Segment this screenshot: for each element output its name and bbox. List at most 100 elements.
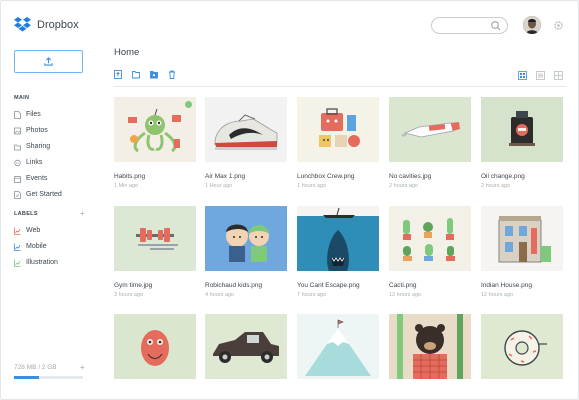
list-view-icon[interactable] [536, 71, 545, 80]
file-thumbnail[interactable] [114, 206, 196, 271]
main-section-label: MAIN [14, 95, 30, 101]
file-modified: 2 hours ago [389, 183, 419, 189]
file-thumbnail[interactable] [205, 206, 287, 271]
large-grid-view-icon[interactable] [554, 71, 563, 80]
sidebar-item-label: Sharing [26, 143, 51, 150]
sharing-icon [14, 143, 21, 151]
events-icon [14, 175, 21, 183]
file-name: Oil change.png [481, 173, 525, 180]
sidebar-item-label: Get Started [26, 191, 62, 198]
label-item-illustration[interactable]: Illustration [14, 256, 58, 269]
file-name: Indian House.png [481, 282, 532, 289]
file-modified: 4 hours ago [205, 292, 235, 298]
gear-icon[interactable] [553, 20, 564, 31]
search-icon[interactable] [490, 20, 502, 32]
file-tile[interactable]: Oil change.png 2 hours ago [481, 97, 563, 189]
file-modified: 1 Hour ago [205, 183, 233, 189]
file-name: Robichaud kids.png [205, 282, 263, 289]
avatar[interactable] [523, 16, 541, 34]
shared-folder-icon[interactable] [150, 70, 158, 79]
file-tile[interactable] [205, 314, 287, 390]
storage-usage-text: 728 MB / 2 GB [14, 364, 57, 371]
photo-icon [14, 127, 21, 135]
sidebar-item-files[interactable]: Files [14, 108, 41, 121]
grid-view-icon[interactable] [518, 71, 527, 80]
file-name: Gym time.jpg [114, 282, 153, 289]
chart-icon [14, 243, 21, 251]
file-tile[interactable] [481, 314, 563, 390]
file-thumbnail[interactable] [297, 206, 379, 271]
file-thumbnail[interactable] [389, 97, 471, 162]
sidebar-item-label: Files [26, 111, 41, 118]
dropbox-logo[interactable]: Dropbox [14, 17, 79, 32]
file-tile[interactable]: Gym time.jpg 3 hours ago [114, 206, 196, 298]
storage-progress-bar [14, 376, 83, 379]
chart-icon [14, 227, 21, 235]
file-tile[interactable] [114, 314, 196, 390]
file-modified: 1 Min ago [114, 183, 139, 189]
file-thumbnail[interactable] [481, 206, 563, 271]
file-tile[interactable]: Air Max 1.png 1 Hour ago [205, 97, 287, 189]
file-tile[interactable] [297, 314, 379, 390]
synced-check-icon [185, 101, 192, 108]
file-modified: 3 hours ago [114, 292, 144, 298]
label-item-mobile[interactable]: Mobile [14, 240, 47, 253]
file-thumbnail[interactable] [114, 314, 196, 379]
toolbar-divider [114, 86, 566, 87]
file-name: No cavities.jpg [389, 173, 432, 180]
file-modified: 2 hours ago [481, 183, 511, 189]
link-icon [14, 159, 21, 167]
file-thumbnail[interactable] [389, 314, 471, 379]
sidebar-item-photos[interactable]: Photos [14, 124, 48, 137]
file-thumbnail[interactable] [205, 97, 287, 162]
page-title: Home [114, 47, 140, 58]
label-item-text: Mobile [26, 243, 47, 250]
file-name: Lunchbox Crew.png [297, 173, 355, 180]
sidebar-item-get-started[interactable]: Get Started [14, 188, 62, 201]
sidebar-item-sharing[interactable]: Sharing [14, 140, 50, 153]
file-tile[interactable]: No cavities.jpg 2 hours ago [389, 97, 471, 189]
search-input[interactable] [431, 17, 508, 34]
upload-file-icon[interactable] [114, 70, 122, 79]
file-thumbnail[interactable] [389, 206, 471, 271]
get-started-icon [14, 190, 21, 199]
file-tile[interactable]: Cacti.png 12 hours ago [389, 206, 471, 298]
add-label-button[interactable]: + [80, 209, 85, 218]
label-item-web[interactable]: Web [14, 224, 40, 237]
sidebar-item-label: Events [26, 175, 48, 182]
label-item-text: Illustration [26, 259, 58, 266]
file-tile[interactable]: Habits.png 1 Min ago [114, 97, 196, 189]
upload-icon [44, 57, 53, 66]
file-name: Air Max 1.png [205, 173, 246, 180]
file-modified: 12 hours ago [389, 292, 422, 298]
file-modified: 12 hours ago [481, 292, 514, 298]
file-thumbnail[interactable] [481, 314, 563, 379]
dropbox-icon [14, 17, 31, 32]
new-folder-icon[interactable] [132, 70, 140, 79]
file-tile[interactable]: Indian House.png 12 hours ago [481, 206, 563, 298]
delete-icon[interactable] [168, 70, 176, 79]
file-icon [14, 110, 21, 119]
file-thumbnail[interactable] [297, 314, 379, 379]
file-thumbnail[interactable] [481, 97, 563, 162]
sidebar-item-label: Links [26, 159, 43, 166]
file-modified: 1 hours ago [297, 183, 327, 189]
storage-progress-fill [14, 376, 39, 379]
file-tile[interactable]: Lunchbox Crew.png 1 hours ago [297, 97, 379, 189]
sidebar-item-links[interactable]: Links [14, 156, 42, 169]
app-name: Dropbox [37, 18, 79, 31]
file-name: Cacti.png [389, 282, 417, 289]
file-thumbnail[interactable] [297, 97, 379, 162]
file-tile[interactable]: Robichaud kids.png 4 hours ago [205, 206, 287, 298]
file-name: You Cant Escape.png [297, 282, 360, 289]
upload-button[interactable] [14, 50, 83, 73]
sidebar-item-label: Photos [26, 127, 48, 134]
file-tile[interactable] [389, 314, 471, 390]
file-thumbnail[interactable] [205, 314, 287, 379]
file-thumbnail[interactable] [114, 97, 196, 162]
sidebar-item-events[interactable]: Events [14, 172, 47, 185]
file-tile[interactable]: You Cant Escape.png 7 hours ago [297, 206, 379, 298]
file-name: Habits.png [114, 173, 146, 180]
upgrade-storage-button[interactable]: + [80, 363, 85, 372]
file-modified: 7 hours ago [297, 292, 327, 298]
